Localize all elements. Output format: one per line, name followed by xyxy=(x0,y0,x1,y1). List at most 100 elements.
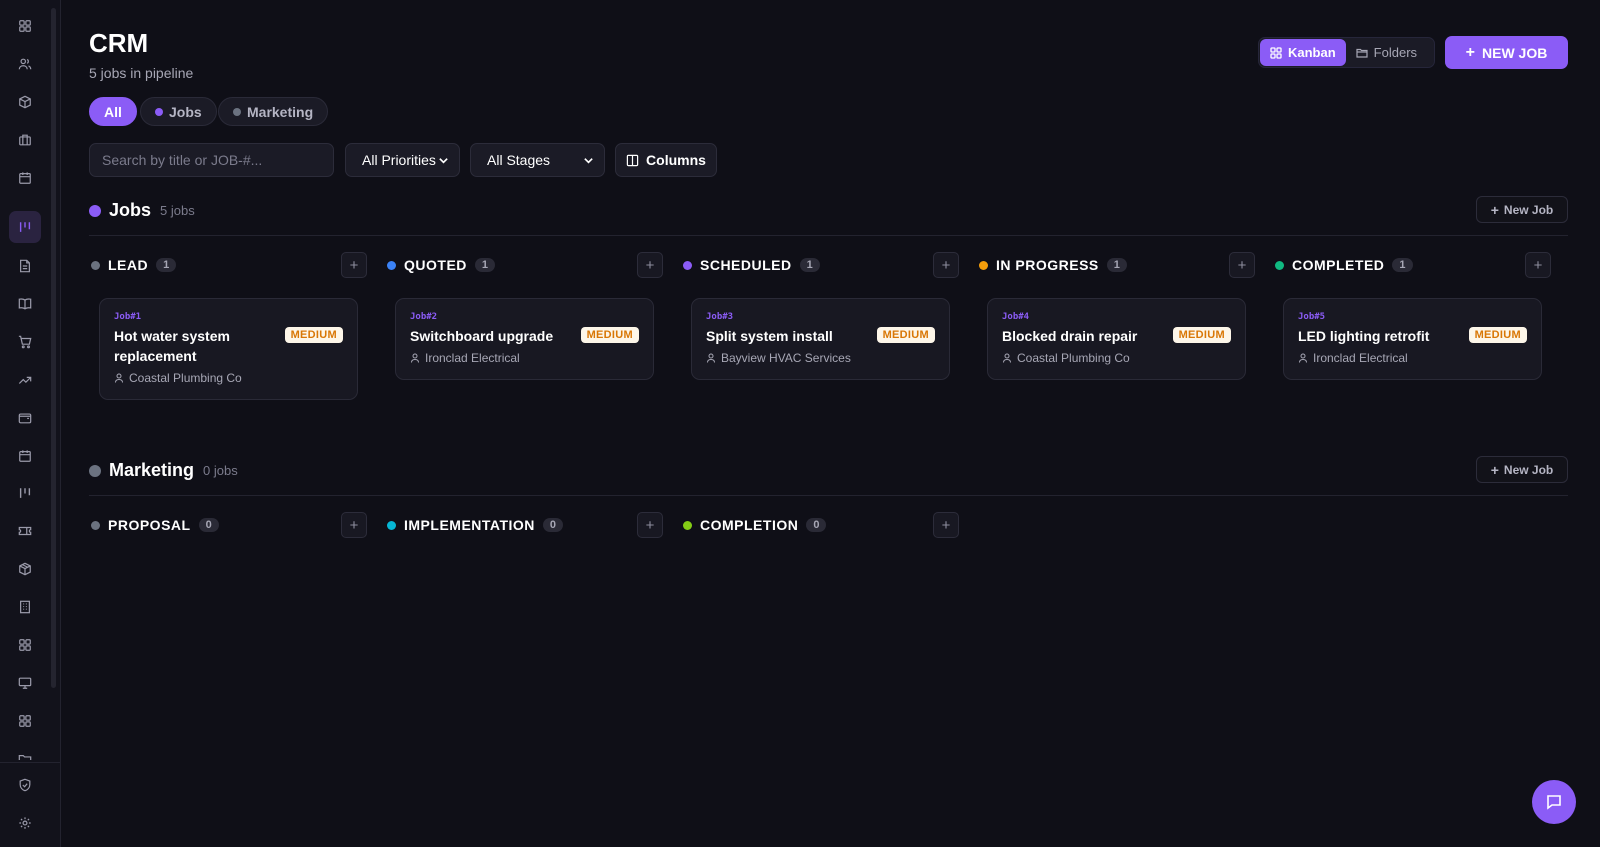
jobs-new-job-button[interactable]: + New Job xyxy=(1476,196,1568,223)
job-card[interactable]: Job#5 LED lighting retrofit MEDIUM Ironc… xyxy=(1283,298,1542,380)
status-dot-icon xyxy=(683,520,692,530)
column-title: QUOTED xyxy=(404,257,467,273)
filter-pill-marketing[interactable]: Marketing xyxy=(218,97,329,126)
add-card-button[interactable]: + xyxy=(933,512,959,538)
column-header: IMPLEMENTATION 0 + xyxy=(385,512,663,538)
book-icon[interactable] xyxy=(9,288,41,320)
job-id: Job#5 xyxy=(1298,312,1326,322)
pill-label: Jobs xyxy=(169,103,202,120)
chevron-down-icon xyxy=(584,157,593,164)
grid-icon[interactable] xyxy=(9,10,41,42)
column-title: COMPLETION xyxy=(700,517,799,533)
calendar-icon[interactable] xyxy=(9,440,41,472)
building-icon[interactable] xyxy=(9,591,41,623)
kanban-view-button[interactable]: Kanban xyxy=(1260,39,1346,66)
trending-icon[interactable] xyxy=(9,364,41,396)
job-card[interactable]: Job#2 Switchboard upgrade MEDIUM Ironcla… xyxy=(395,298,654,380)
folders-view-button[interactable]: Folders xyxy=(1346,39,1427,66)
sidebar-divider xyxy=(0,762,60,763)
wallet-icon[interactable] xyxy=(9,402,41,434)
add-card-button[interactable]: + xyxy=(341,252,367,278)
view-toggle: Kanban Folders xyxy=(1258,37,1435,68)
monitor-icon[interactable] xyxy=(9,667,41,699)
job-title: Split system install xyxy=(706,328,833,344)
grid-icon[interactable] xyxy=(9,705,41,737)
client-name: Ironclad Electrical xyxy=(425,351,520,365)
page-subtitle: 5 jobs in pipeline xyxy=(89,65,194,81)
document-icon[interactable] xyxy=(9,250,41,282)
search-input[interactable] xyxy=(89,143,334,177)
client-name: Coastal Plumbing Co xyxy=(1017,351,1130,365)
gear-icon[interactable] xyxy=(9,807,41,839)
filter-pill-all[interactable]: All xyxy=(89,97,137,126)
plus-icon: + xyxy=(1490,201,1499,218)
section-title: Marketing xyxy=(109,460,195,480)
stage-select[interactable]: All Stages xyxy=(470,143,605,177)
kanban-view-label: Kanban xyxy=(1288,45,1336,60)
priority-badge: MEDIUM xyxy=(1172,327,1231,343)
column-title: LEAD xyxy=(108,257,149,273)
grid-icon xyxy=(1270,46,1282,59)
new-job-button[interactable]: + NEW JOB xyxy=(1445,36,1568,69)
plus-icon: + xyxy=(1490,461,1499,478)
box-icon[interactable] xyxy=(9,86,41,118)
add-card-button[interactable]: + xyxy=(1525,252,1551,278)
kanban-icon[interactable] xyxy=(9,211,41,243)
sidebar xyxy=(0,0,61,847)
job-id: Job#4 xyxy=(1002,312,1030,322)
job-card[interactable]: Job#3 Split system install MEDIUM Bayvie… xyxy=(691,298,950,380)
add-card-button[interactable]: + xyxy=(1229,252,1255,278)
section-count: 5 jobs xyxy=(160,203,195,218)
kanban-icon[interactable] xyxy=(9,477,41,509)
calendar-icon[interactable] xyxy=(9,162,41,194)
user-icon xyxy=(707,353,715,363)
client-name: Bayview HVAC Services xyxy=(721,351,851,365)
columns-button[interactable]: Columns xyxy=(615,143,717,177)
grid-icon[interactable] xyxy=(9,629,41,661)
status-dot-icon xyxy=(387,520,396,530)
add-card-button[interactable]: + xyxy=(637,252,663,278)
stage-select-value: All Stages xyxy=(487,152,551,168)
column-header: QUOTED 1 + xyxy=(385,252,663,278)
page-title: CRM xyxy=(89,28,149,58)
status-dot-icon xyxy=(91,260,100,270)
ticket-icon[interactable] xyxy=(9,515,41,547)
status-dot-icon xyxy=(979,260,988,270)
app-root: CRM 5 jobs in pipeline Kanban Folders + … xyxy=(0,0,1600,847)
column-header: PROPOSAL 0 + xyxy=(89,512,367,538)
job-card[interactable]: Job#1 Hot water system replacement MEDIU… xyxy=(99,298,358,400)
pill-label: Marketing xyxy=(247,103,314,120)
sidebar-scrollbar[interactable] xyxy=(51,8,56,688)
priority-select[interactable]: All Priorities xyxy=(345,143,460,177)
jobs-section-header: Jobs 5 jobs xyxy=(89,200,195,221)
user-icon xyxy=(411,353,419,363)
job-id: Job#3 xyxy=(706,312,734,322)
column-count: 1 xyxy=(474,258,496,272)
column-count: 1 xyxy=(1392,258,1413,272)
user-icon xyxy=(1003,353,1011,363)
job-card[interactable]: Job#4 Blocked drain repair MEDIUM Coasta… xyxy=(987,298,1246,380)
column-header: SCHEDULED 1 + xyxy=(681,252,959,278)
cart-icon[interactable] xyxy=(9,326,41,358)
filter-pill-jobs[interactable]: Jobs xyxy=(140,97,217,126)
briefcase-icon[interactable] xyxy=(9,124,41,156)
folder-icon[interactable] xyxy=(9,744,41,760)
add-card-button[interactable]: + xyxy=(933,252,959,278)
package-icon[interactable] xyxy=(9,553,41,585)
priority-select-value: All Priorities xyxy=(362,152,436,168)
job-id: Job#1 xyxy=(114,312,142,322)
job-title: Switchboard upgrade xyxy=(410,328,554,344)
priority-badge: MEDIUM xyxy=(1468,327,1527,343)
add-card-button[interactable]: + xyxy=(341,512,367,538)
plus-icon: + xyxy=(1465,43,1475,61)
shield-icon[interactable] xyxy=(9,769,41,801)
status-dot-icon xyxy=(89,464,101,477)
column-count: 0 xyxy=(198,518,219,532)
column-title: COMPLETED xyxy=(1292,257,1385,273)
chat-button[interactable] xyxy=(1532,780,1576,824)
pill-label: All xyxy=(104,103,122,120)
marketing-new-job-button[interactable]: + New Job xyxy=(1476,456,1568,483)
users-icon[interactable] xyxy=(9,48,41,80)
add-card-button[interactable]: + xyxy=(637,512,663,538)
status-dot-icon xyxy=(233,107,241,116)
